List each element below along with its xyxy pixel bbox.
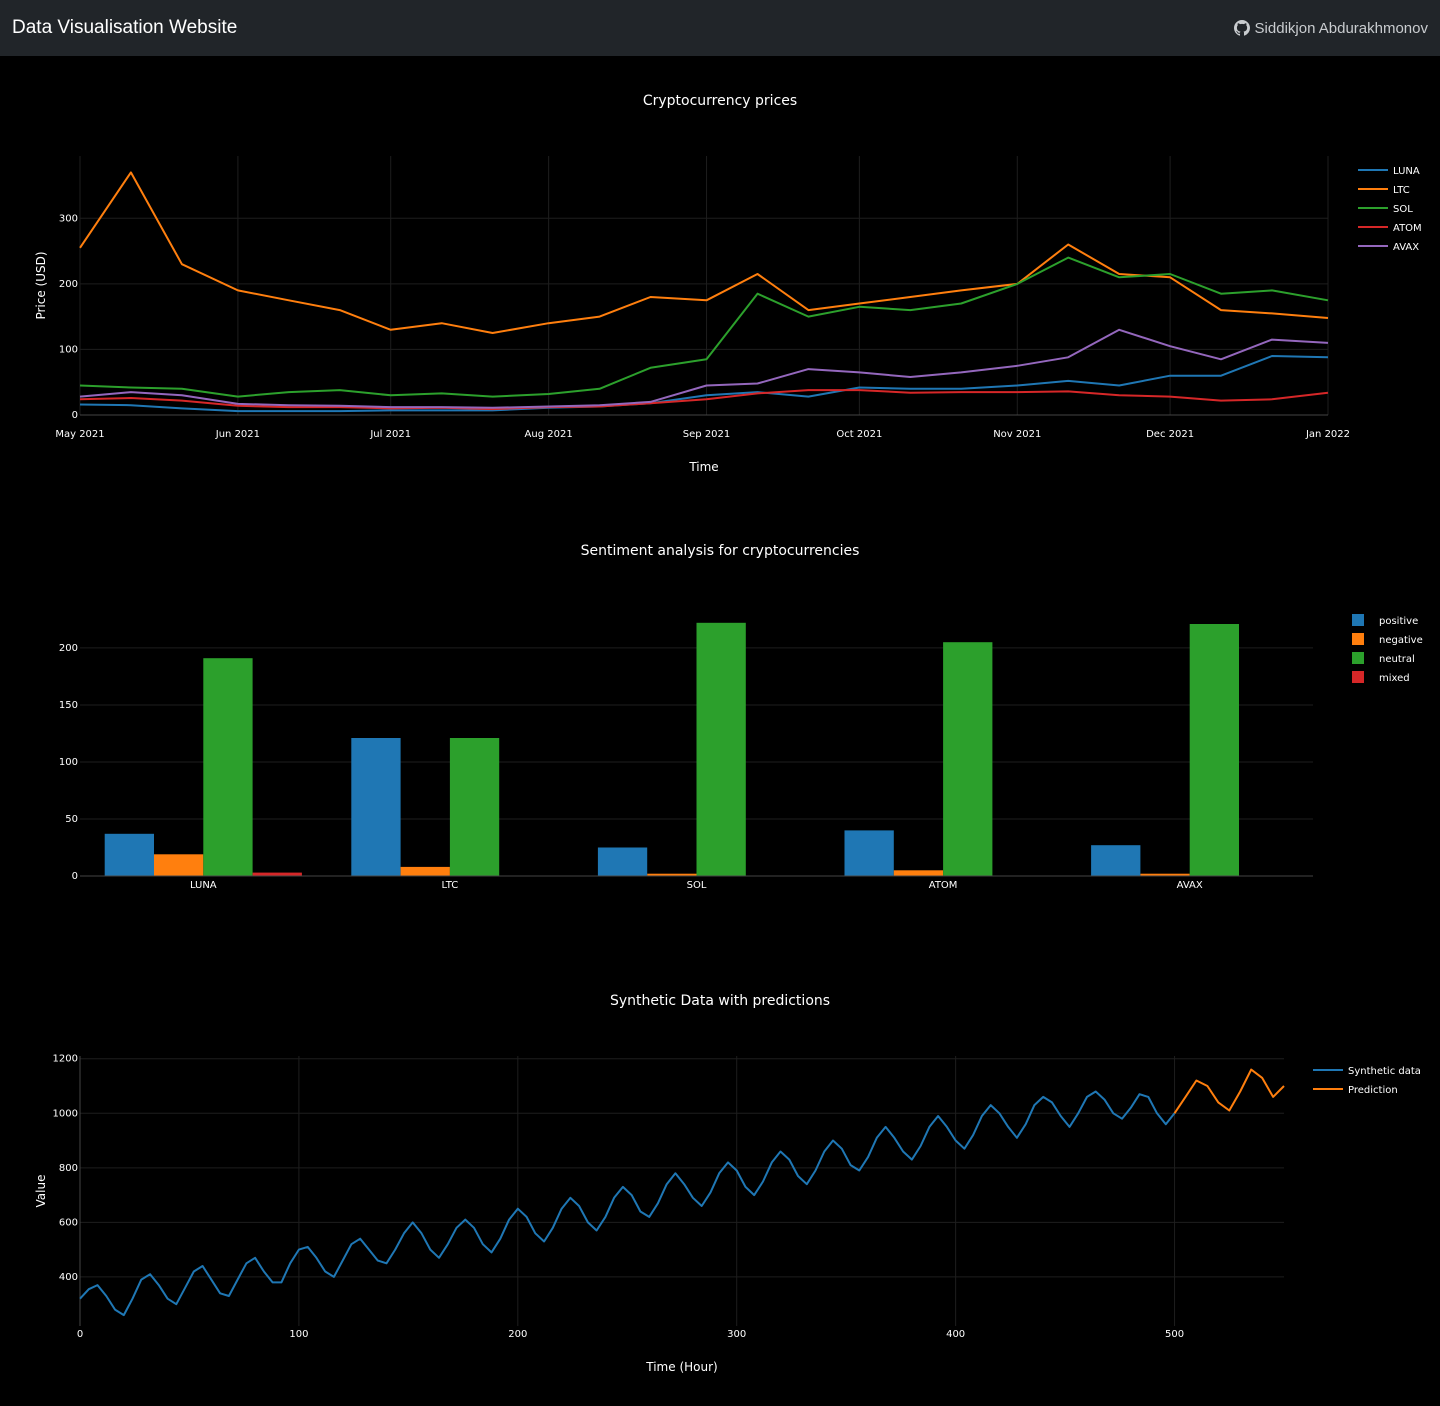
x-axis-title: Time: [688, 460, 718, 474]
x-tick-label: 400: [946, 1329, 965, 1340]
legend-item-neutral[interactable]: neutral: [1352, 652, 1415, 665]
legend-item-sol[interactable]: SOL: [1358, 204, 1413, 215]
legend-label: Synthetic data: [1348, 1066, 1421, 1077]
chart-title: Sentiment analysis for cryptocurrencies: [581, 543, 860, 559]
series-line-ltc[interactable]: [79, 171, 1329, 334]
synthetic-data-chart[interactable]: Synthetic Data with predictions 400 600 800…: [0, 956, 1440, 1396]
series-line-prediction[interactable]: [1173, 1068, 1285, 1114]
legend-swatch: [1352, 652, 1364, 664]
legend-label: positive: [1379, 616, 1418, 627]
x-tick-label: 0: [77, 1329, 83, 1340]
x-tick-label: LTC: [442, 880, 459, 891]
y-tick-label: 50: [65, 814, 78, 825]
legend-item-synthetic-data[interactable]: Synthetic data: [1313, 1066, 1421, 1077]
legend-item-luna[interactable]: LUNA: [1358, 166, 1420, 177]
x-tick-label: 300: [727, 1329, 746, 1340]
x-tick-label: Sep 2021: [683, 429, 730, 440]
bar-atom-positive[interactable]: [844, 830, 894, 876]
y-axis-title: Price (USD): [34, 251, 48, 319]
y-tick-label: 400: [59, 1272, 78, 1283]
bar-atom-neutral[interactable]: [943, 642, 993, 876]
legend-label: negative: [1379, 635, 1423, 646]
x-tick-label: 500: [1165, 1329, 1184, 1340]
x-tick-label: May 2021: [55, 429, 104, 440]
legend-label: LUNA: [1393, 166, 1420, 177]
legend-item-ltc[interactable]: LTC: [1358, 185, 1410, 196]
author-name: Siddikjon Abdurakhmonov: [1254, 19, 1428, 37]
y-tick-label: 200: [59, 643, 78, 654]
legend-label: Prediction: [1348, 1085, 1398, 1096]
sentiment-chart[interactable]: Sentiment analysis for cryptocurrencies 0…: [0, 506, 1440, 926]
chart-title: Cryptocurrency prices: [643, 93, 797, 109]
x-axis-title: Time (Hour): [645, 1360, 717, 1374]
bar-luna-negative[interactable]: [154, 854, 204, 876]
chart-title: Synthetic Data with predictions: [610, 993, 830, 1009]
legend-label: AVAX: [1393, 242, 1419, 253]
y-tick-label: 1200: [53, 1054, 78, 1065]
legend-label: SOL: [1393, 204, 1413, 215]
bar-avax-positive[interactable]: [1091, 845, 1141, 876]
bar-sol-positive[interactable]: [597, 847, 648, 877]
author-link[interactable]: Siddikjon Abdurakhmonov: [1233, 19, 1428, 37]
y-tick-label: 1000: [53, 1108, 78, 1119]
bar-ltc-positive[interactable]: [351, 738, 401, 876]
legend-label: neutral: [1379, 654, 1415, 665]
x-tick-label: Nov 2021: [993, 429, 1041, 440]
legend-item-prediction[interactable]: Prediction: [1313, 1085, 1398, 1096]
legend-item-avax[interactable]: AVAX: [1358, 242, 1419, 253]
bar-avax-neutral[interactable]: [1189, 624, 1239, 876]
x-tick-label: 100: [289, 1329, 308, 1340]
x-tick-label: ATOM: [929, 880, 958, 891]
legend-item-negative[interactable]: negative: [1352, 633, 1423, 646]
bar-luna-positive[interactable]: [104, 833, 154, 876]
x-tick-label: SOL: [687, 880, 707, 891]
y-tick-label: 600: [59, 1217, 78, 1228]
legend-item-positive[interactable]: positive: [1352, 614, 1418, 627]
x-tick-label: LUNA: [190, 880, 217, 891]
x-tick-label: Dec 2021: [1146, 429, 1194, 440]
y-tick-label: 300: [59, 213, 78, 224]
site-title[interactable]: Data Visualisation Website: [12, 17, 237, 39]
y-tick-label: 100: [59, 757, 78, 768]
series-line-luna[interactable]: [79, 355, 1329, 413]
x-tick-label: Jun 2021: [215, 429, 260, 440]
bar-ltc-negative[interactable]: [400, 866, 450, 876]
series-line-synthetic-data[interactable]: [79, 1090, 1176, 1317]
x-tick-label: Oct 2021: [836, 429, 882, 440]
bar-ltc-neutral[interactable]: [449, 738, 500, 876]
legend-label: LTC: [1393, 185, 1410, 196]
bar-sol-neutral[interactable]: [696, 622, 746, 876]
bar-luna-mixed[interactable]: [252, 872, 302, 876]
legend-label: mixed: [1379, 673, 1410, 684]
legend-item-atom[interactable]: ATOM: [1358, 223, 1422, 234]
y-tick-label: 200: [59, 279, 78, 290]
y-tick-label: 800: [59, 1163, 78, 1174]
x-tick-label: 200: [508, 1329, 527, 1340]
y-tick-label: 0: [72, 410, 78, 421]
y-tick-label: 150: [59, 700, 78, 711]
legend-item-mixed[interactable]: mixed: [1352, 671, 1410, 684]
legend-swatch: [1352, 671, 1364, 683]
x-tick-label: Jan 2022: [1305, 429, 1350, 440]
y-tick-label: 0: [72, 871, 78, 882]
x-tick-label: Jul 2021: [369, 429, 411, 440]
series-line-atom[interactable]: [79, 389, 1329, 411]
y-axis-title: Value: [34, 1175, 48, 1208]
legend-swatch: [1352, 633, 1364, 645]
github-icon: [1233, 20, 1250, 36]
series-line-sol[interactable]: [79, 256, 1329, 398]
legend-swatch: [1352, 614, 1364, 626]
legend-label: ATOM: [1393, 223, 1422, 234]
x-tick-label: Aug 2021: [525, 429, 573, 440]
navbar: Data Visualisation Website Siddikjon Abd…: [0, 0, 1440, 56]
y-tick-label: 100: [59, 344, 78, 355]
crypto-prices-chart[interactable]: Cryptocurrency prices 0 100 200 300 May 2021 J…: [0, 56, 1440, 496]
bar-luna-neutral[interactable]: [203, 658, 253, 876]
bar-atom-negative[interactable]: [893, 870, 944, 876]
x-tick-label: AVAX: [1177, 880, 1203, 891]
